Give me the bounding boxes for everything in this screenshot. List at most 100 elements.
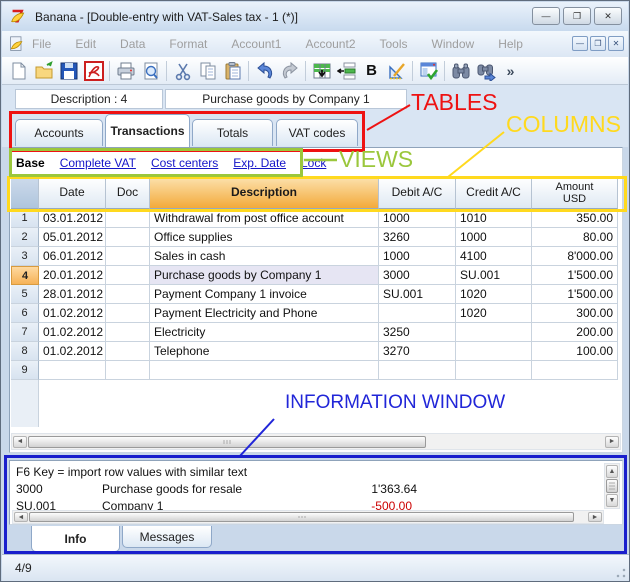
add-row-button[interactable]: [334, 58, 359, 84]
minimize-button[interactable]: —: [532, 7, 560, 25]
cell-date[interactable]: 01.02.2012: [39, 304, 106, 323]
restore-button[interactable]: ❐: [563, 7, 591, 25]
cell-amount[interactable]: [532, 361, 618, 380]
cell-credit-account[interactable]: SU.001: [456, 266, 532, 285]
cell-doc[interactable]: [106, 361, 150, 380]
scrollbar-thumb[interactable]: [606, 479, 618, 493]
column-header-description[interactable]: Description: [150, 178, 379, 209]
mdi-restore-button[interactable]: ❐: [590, 36, 606, 51]
cell-doc[interactable]: [106, 266, 150, 285]
cell-credit-account[interactable]: [456, 361, 532, 380]
row-number[interactable]: 5: [11, 285, 39, 304]
cell-debit-account[interactable]: SU.001: [379, 285, 456, 304]
cell-credit-account[interactable]: [456, 323, 532, 342]
undo-button[interactable]: [252, 58, 277, 84]
info-horizontal-scrollbar[interactable]: ◄ ►: [12, 510, 604, 524]
paste-button[interactable]: [220, 58, 245, 84]
cell-doc[interactable]: [106, 323, 150, 342]
cell-date[interactable]: 01.02.2012: [39, 323, 106, 342]
column-header-credit[interactable]: Credit A/C: [456, 178, 532, 209]
tab-transactions[interactable]: Transactions: [105, 114, 190, 147]
cell-credit-account[interactable]: 1020: [456, 285, 532, 304]
cell-credit-account[interactable]: 1000: [456, 228, 532, 247]
row-number[interactable]: 1: [11, 209, 39, 228]
cell-description[interactable]: Payment Electricity and Phone: [150, 304, 379, 323]
tab-info[interactable]: Info: [31, 526, 120, 552]
menu-account2[interactable]: Account2: [305, 37, 355, 51]
row-number[interactable]: 9: [11, 361, 39, 380]
cell-description[interactable]: [150, 361, 379, 380]
cell-credit-account[interactable]: 4100: [456, 247, 532, 266]
cell-debit-account[interactable]: 3270: [379, 342, 456, 361]
column-header-debit[interactable]: Debit A/C: [379, 178, 456, 209]
row-number[interactable]: 4: [11, 266, 39, 285]
tab-accounts[interactable]: Accounts: [15, 119, 103, 146]
cell-debit-account[interactable]: 3260: [379, 228, 456, 247]
cell-doc[interactable]: [106, 247, 150, 266]
menu-file[interactable]: File: [32, 37, 51, 51]
cell-amount[interactable]: 200.00: [532, 323, 618, 342]
column-header-amount[interactable]: Amount USD: [532, 178, 618, 209]
mdi-close-button[interactable]: ✕: [608, 36, 624, 51]
cell-doc[interactable]: [106, 228, 150, 247]
redo-button[interactable]: [277, 58, 302, 84]
find-next-button[interactable]: [473, 58, 498, 84]
cell-date[interactable]: 20.01.2012: [39, 266, 106, 285]
cell-date[interactable]: 05.01.2012: [39, 228, 106, 247]
scrollbar-thumb[interactable]: [29, 512, 574, 522]
cell-doc[interactable]: [106, 209, 150, 228]
cell-amount[interactable]: 350.00: [532, 209, 618, 228]
row-number[interactable]: 3: [11, 247, 39, 266]
pdf-export-button[interactable]: [81, 58, 106, 84]
cell-credit-account[interactable]: [456, 342, 532, 361]
cell-amount[interactable]: 8'000.00: [532, 247, 618, 266]
tab-totals[interactable]: Totals: [192, 119, 273, 146]
cell-doc[interactable]: [106, 285, 150, 304]
cell-debit-account[interactable]: [379, 304, 456, 323]
menu-data[interactable]: Data: [120, 37, 145, 51]
row-number[interactable]: 7: [11, 323, 39, 342]
info-vertical-scrollbar[interactable]: ▲ ▼: [604, 463, 620, 509]
cell-credit-account[interactable]: 1020: [456, 304, 532, 323]
copy-button[interactable]: [195, 58, 220, 84]
scrollbar-thumb[interactable]: [28, 435, 426, 448]
menu-window[interactable]: Window: [432, 37, 475, 51]
scroll-right-arrow[interactable]: ►: [588, 512, 602, 522]
cell-debit-account[interactable]: 1000: [379, 247, 456, 266]
insert-rows-button[interactable]: [309, 58, 334, 84]
check-accounting-button[interactable]: [416, 58, 441, 84]
cell-amount[interactable]: 1'500.00: [532, 266, 618, 285]
scroll-down-arrow[interactable]: ▼: [606, 494, 618, 507]
cell-debit-account[interactable]: [379, 361, 456, 380]
cell-description[interactable]: Purchase goods by Company 1: [150, 266, 379, 285]
title-bar[interactable]: Banana - [Double-entry with VAT-Sales ta…: [2, 2, 628, 31]
tab-messages[interactable]: Messages: [122, 526, 212, 548]
field-value-box[interactable]: Purchase goods by Company 1: [165, 89, 407, 109]
row-number[interactable]: 6: [11, 304, 39, 323]
cell-date[interactable]: 06.01.2012: [39, 247, 106, 266]
column-header-date[interactable]: Date: [39, 178, 106, 209]
menu-format[interactable]: Format: [169, 37, 207, 51]
cell-amount[interactable]: 100.00: [532, 342, 618, 361]
view-complete-vat[interactable]: Complete VAT: [60, 156, 136, 170]
open-file-button[interactable]: [31, 58, 56, 84]
print-preview-button[interactable]: [138, 58, 163, 84]
cell-description[interactable]: Office supplies: [150, 228, 379, 247]
scroll-left-arrow[interactable]: ◄: [13, 435, 27, 448]
cell-debit-account[interactable]: 3250: [379, 323, 456, 342]
cell-description[interactable]: Telephone: [150, 342, 379, 361]
mdi-minimize-button[interactable]: —: [572, 36, 588, 51]
cell-date[interactable]: 01.02.2012: [39, 342, 106, 361]
row-number[interactable]: 2: [11, 228, 39, 247]
cell-amount[interactable]: 1'500.00: [532, 285, 618, 304]
recalculate-button[interactable]: [384, 58, 409, 84]
cell-amount[interactable]: 80.00: [532, 228, 618, 247]
cell-doc[interactable]: [106, 304, 150, 323]
column-header-doc[interactable]: Doc: [106, 178, 150, 209]
tab-vat-codes[interactable]: VAT codes: [276, 119, 358, 146]
menu-account1[interactable]: Account1: [231, 37, 281, 51]
row-number[interactable]: 8: [11, 342, 39, 361]
table-horizontal-scrollbar[interactable]: ◄ ►: [11, 433, 621, 450]
menu-tools[interactable]: Tools: [380, 37, 408, 51]
find-button[interactable]: [448, 58, 473, 84]
